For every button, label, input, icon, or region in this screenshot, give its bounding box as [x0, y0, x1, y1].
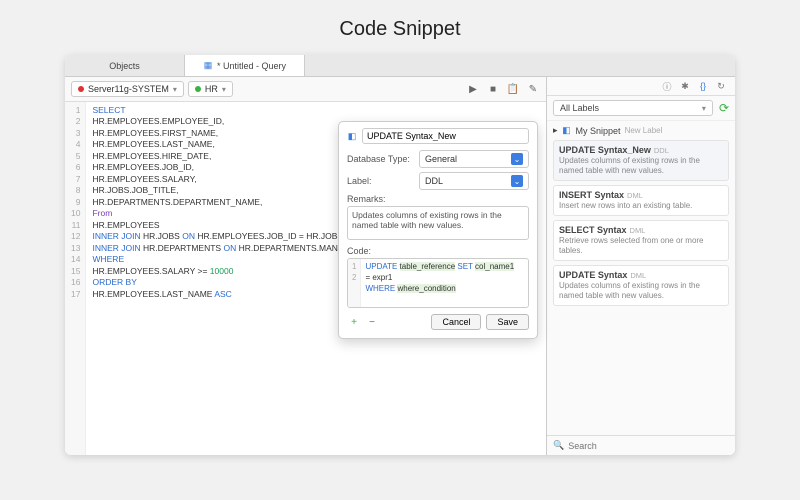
db-type-value: General: [425, 154, 457, 164]
labels-filter[interactable]: All Labels ▾: [553, 100, 713, 116]
tab-query-label: * Untitled - Query: [217, 61, 286, 71]
side-toolbar: ⓘ ✱ {} ↻: [547, 77, 735, 96]
snippet-search: 🔍: [547, 435, 735, 455]
query-toolbar: ▶ ■ 📋 ✎: [466, 82, 540, 96]
gear-icon[interactable]: ✱: [679, 80, 691, 92]
labels-filter-value: All Labels: [560, 103, 599, 113]
snippet-code-editor[interactable]: 12 UPDATE table_reference SET col_name1=…: [347, 258, 529, 308]
select-arrow-icon: ⌄: [511, 153, 523, 165]
snippet-list: ▸ ◧ My Snippet New Label UPDATE Syntax_N…: [547, 121, 735, 435]
snippet-edit-dialog: ◧ Database Type: General ⌄ Label: DDL ⌄: [338, 121, 538, 339]
dlg-code-area[interactable]: UPDATE table_reference SET col_name1= ex…: [361, 259, 528, 307]
tab-query[interactable]: ▦ * Untitled - Query: [185, 55, 305, 76]
history-icon[interactable]: ↻: [715, 80, 727, 92]
remarks-label: Remarks:: [347, 194, 529, 204]
line-gutter: 1234567891011121314151617: [65, 102, 86, 455]
main-pane: Server11g-SYSTEM ▾ HR ▾ ▶ ■ 📋 ✎ 12345678…: [65, 77, 547, 455]
schema-name: HR: [205, 84, 218, 94]
status-dot-icon: [195, 86, 201, 92]
stop-icon[interactable]: ■: [486, 82, 500, 96]
status-dot-icon: [78, 86, 84, 92]
snippet-item[interactable]: INSERT SyntaxDML Insert new rows into an…: [553, 185, 729, 216]
label-value: DDL: [425, 176, 443, 186]
db-type-select[interactable]: General ⌄: [419, 150, 529, 168]
snippet-icon: ◧: [347, 131, 357, 141]
app-window: Objects ▦ * Untitled - Query Server11g-S…: [65, 55, 735, 455]
select-arrow-icon: ⌄: [511, 175, 523, 187]
new-label-link[interactable]: New Label: [625, 126, 663, 135]
search-input[interactable]: [568, 441, 729, 451]
snippet-side-panel: ⓘ ✱ {} ↻ All Labels ▾ ⟳ ▸ ◧ My Snippet N…: [547, 77, 735, 455]
add-icon[interactable]: +: [347, 315, 361, 329]
tabbar: Objects ▦ * Untitled - Query: [65, 55, 735, 77]
info-icon[interactable]: ⓘ: [661, 80, 673, 92]
snippet-item[interactable]: SELECT SyntaxDML Retrieve rows selected …: [553, 220, 729, 261]
connection-bar: Server11g-SYSTEM ▾ HR ▾ ▶ ■ 📋 ✎: [65, 77, 546, 102]
snippet-list-header[interactable]: ▸ ◧ My Snippet New Label: [553, 125, 729, 136]
snippet-name-input[interactable]: [362, 128, 529, 144]
refresh-icon[interactable]: ⟳: [719, 101, 729, 115]
cancel-button[interactable]: Cancel: [431, 314, 481, 330]
page-title: Code Snippet: [0, 0, 800, 55]
search-icon: 🔍: [553, 440, 564, 451]
chevron-down-icon: ▾: [702, 104, 706, 113]
remarks-input[interactable]: [347, 206, 529, 240]
database-icon: ▦: [203, 61, 213, 71]
server-select[interactable]: Server11g-SYSTEM ▾: [71, 81, 184, 97]
explain-icon[interactable]: 📋: [506, 82, 520, 96]
save-button[interactable]: Save: [486, 314, 529, 330]
chevron-down-icon: ▾: [173, 85, 177, 94]
code-label: Code:: [347, 246, 529, 256]
tab-objects[interactable]: Objects: [65, 55, 185, 76]
snippet-group-icon: ◧: [562, 126, 572, 136]
db-type-label: Database Type:: [347, 154, 415, 164]
remove-icon[interactable]: −: [365, 315, 379, 329]
beautify-icon[interactable]: ✎: [526, 82, 540, 96]
snippet-item[interactable]: UPDATE SyntaxDML Updates columns of exis…: [553, 265, 729, 306]
dlg-gutter: 12: [348, 259, 361, 307]
snippet-group-title: My Snippet: [576, 126, 621, 136]
tab-objects-label: Objects: [109, 61, 140, 71]
snippet-item[interactable]: UPDATE Syntax_NewDDL Updates columns of …: [553, 140, 729, 181]
label-label: Label:: [347, 176, 415, 186]
schema-select[interactable]: HR ▾: [188, 81, 233, 97]
label-select[interactable]: DDL ⌄: [419, 172, 529, 190]
server-name: Server11g-SYSTEM: [88, 84, 169, 94]
chevron-down-icon: ▾: [222, 85, 226, 94]
braces-icon[interactable]: {}: [697, 80, 709, 92]
folder-icon: ▸: [553, 125, 558, 136]
run-icon[interactable]: ▶: [466, 82, 480, 96]
